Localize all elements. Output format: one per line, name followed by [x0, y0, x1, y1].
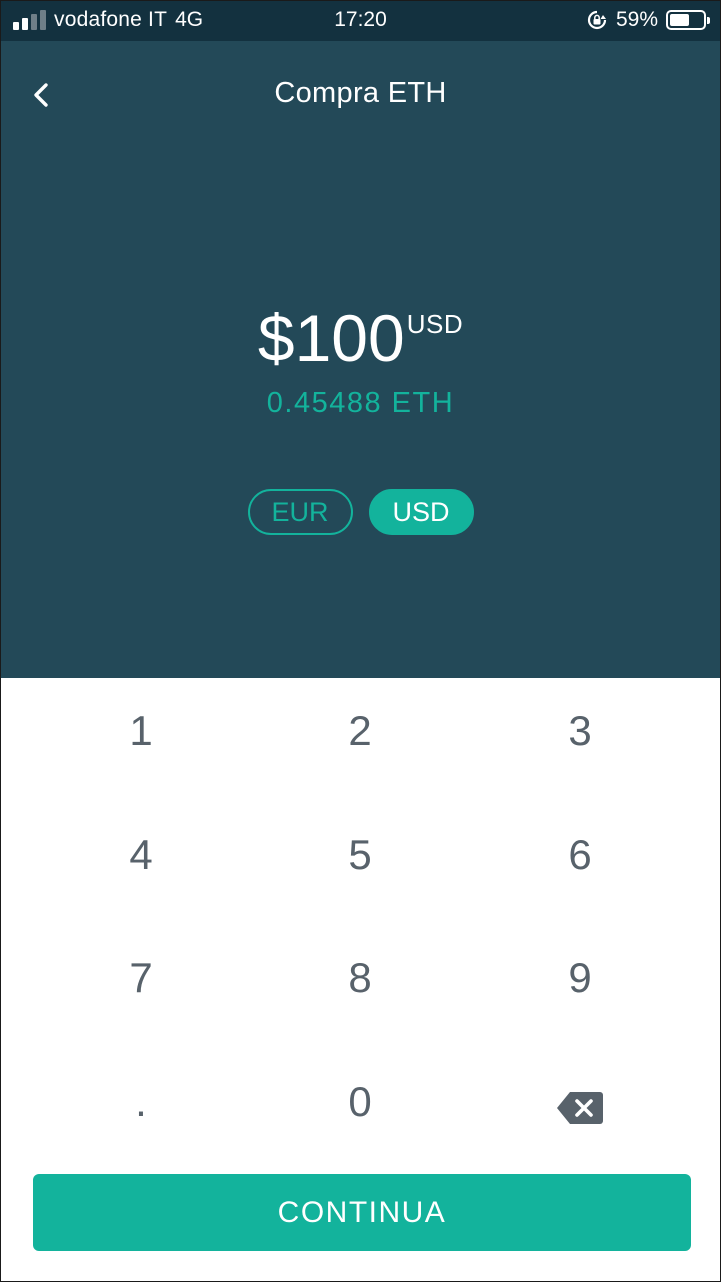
rotation-lock-icon — [587, 10, 607, 30]
amount-unit: USD — [406, 309, 464, 339]
amount-value: $100 — [257, 301, 405, 375]
app-screen: vodafone IT 4G 17:20 59% Compra ETH $100… — [0, 0, 721, 1282]
key-label: 7 — [129, 954, 153, 1001]
backspace-icon — [557, 1091, 603, 1124]
key-label: 0 — [348, 1077, 372, 1125]
converted-amount: 0.45488 ETH — [266, 387, 455, 419]
key-label: 4 — [129, 830, 153, 878]
currency-option-eur[interactable]: EUR — [247, 489, 353, 535]
battery-icon — [666, 10, 710, 30]
key-decimal[interactable]: . — [1, 1049, 281, 1158]
numeric-keypad: 1 2 3 4 5 6 7 8 9 . 0 — [1, 678, 720, 1172]
key-8[interactable]: 8 — [281, 925, 439, 1034]
key-label: . — [135, 1077, 147, 1125]
key-label: 3 — [568, 707, 592, 754]
continue-button[interactable]: CONTINUA — [33, 1174, 691, 1251]
amount-display: $100USD — [1, 284, 720, 378]
status-right: 59% — [586, 8, 710, 32]
amount-panel: Compra ETH $100USD 0.45488 ETH EUR USD — [1, 41, 720, 678]
key-4[interactable]: 4 — [1, 802, 281, 911]
key-0[interactable]: 0 — [281, 1049, 439, 1158]
key-label: 2 — [348, 707, 372, 754]
key-5[interactable]: 5 — [281, 802, 439, 911]
key-label: 1 — [129, 707, 153, 754]
key-7[interactable]: 7 — [1, 925, 281, 1034]
key-1[interactable]: 1 — [1, 678, 281, 787]
key-label: 6 — [568, 830, 592, 878]
key-label: 9 — [568, 954, 592, 1001]
key-3[interactable]: 3 — [439, 678, 720, 787]
currency-option-usd[interactable]: USD — [368, 489, 474, 535]
key-backspace[interactable] — [439, 1049, 720, 1158]
status-bar: vodafone IT 4G 17:20 59% — [1, 1, 720, 41]
key-2[interactable]: 2 — [281, 678, 439, 787]
key-label: 8 — [348, 954, 372, 1001]
battery-percent: 59% — [615, 8, 658, 31]
currency-toggle: EUR USD — [1, 489, 720, 535]
key-9[interactable]: 9 — [439, 925, 720, 1034]
key-label: 5 — [348, 830, 372, 878]
page-title: Compra ETH — [274, 77, 447, 109]
key-6[interactable]: 6 — [439, 802, 720, 911]
